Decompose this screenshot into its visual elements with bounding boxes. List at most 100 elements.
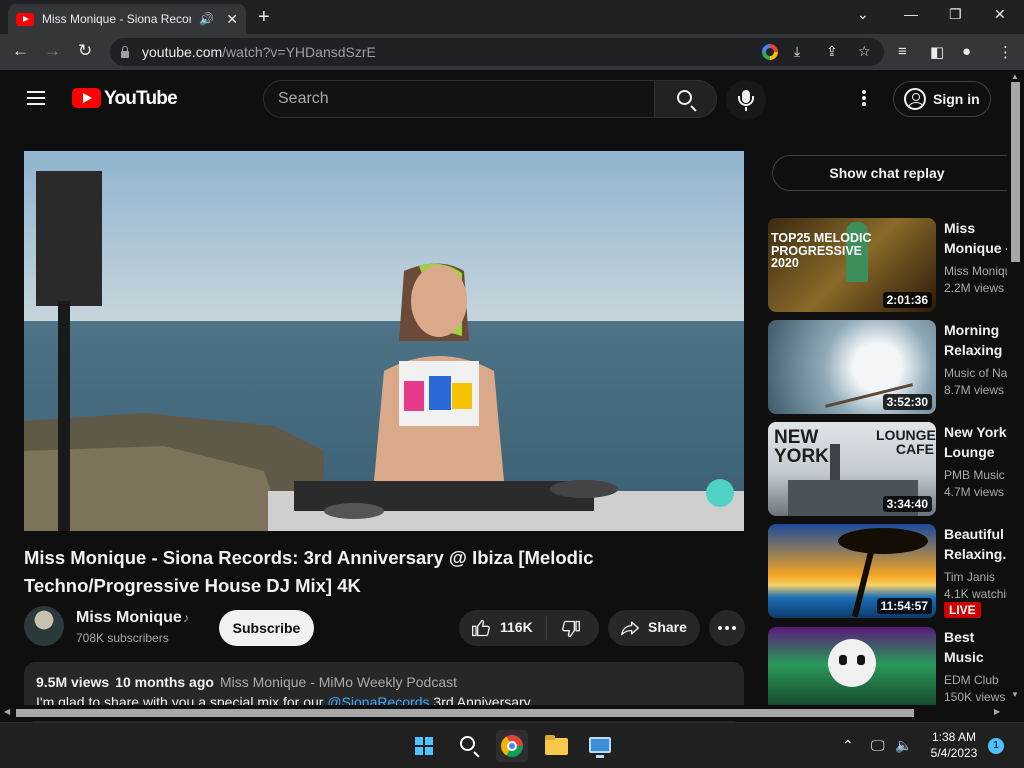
video-thumbnail[interactable]: 3:52:30 [768,320,936,414]
video-thumbnail[interactable] [768,627,936,705]
notification-badge[interactable]: 1 [988,738,1004,754]
new-tab-icon[interactable]: + [258,6,270,29]
minimize-icon[interactable]: — [904,6,918,22]
scroll-down-icon[interactable]: ▼ [1011,690,1019,699]
search-input[interactable] [278,90,638,108]
like-count[interactable]: 116K [500,619,533,635]
share-page-icon[interactable]: ⇪ [826,43,838,60]
windows-taskbar: ⌃ 🖵 🔈 1:38 AM 5/4/2023 1 [0,722,1024,768]
upload-age: 10 months ago [115,674,214,690]
clock-date[interactable]: 5/4/2023 [924,746,984,760]
thumbs-up-icon[interactable] [471,618,491,638]
show-chat-replay-button[interactable]: Show chat replay [772,155,1024,191]
recommendation-stats: 4.7M views [944,485,1005,499]
playlist-link[interactable]: Miss Monique - MiMo Weekly Podcast [220,674,457,690]
video-duration: 2:01:36 [882,292,932,308]
share-label: Share [648,619,687,635]
account-icon [904,88,926,110]
volume-icon[interactable]: 🔈 [895,737,912,754]
url-host: youtube.com [142,44,223,60]
recommendation-stats: 4.1K watching [944,587,1014,601]
youtube-logo-text[interactable]: YouTube [104,88,178,110]
search-icon [677,90,692,105]
side-panel-icon[interactable]: ◧ [930,43,944,61]
video-player[interactable] [24,151,744,531]
thumbnail-text: TOP25 MELODIC PROGRESSIVE 2020 [771,231,872,270]
browser-tab-active[interactable]: Miss Monique - Siona Records 🔊 ✕ [8,4,246,34]
video-thumbnail[interactable]: TOP25 MELODIC PROGRESSIVE 2020 2:01:36 [768,218,936,312]
subscriber-count: 708K subscribers [76,631,169,645]
horizontal-scroll-thumb[interactable] [16,709,914,717]
scroll-up-icon[interactable]: ▲ [1011,72,1019,81]
reading-list-icon[interactable]: ≡ [898,43,907,60]
horizontal-scrollbar[interactable]: ◀ ▶ [0,705,1007,721]
vertical-scroll-thumb[interactable] [1011,82,1020,262]
recommendation-channel[interactable]: Miss Monique [944,264,1014,278]
network-icon[interactable]: 🖵 [871,737,885,754]
search-button[interactable] [655,80,717,118]
more-options-icon[interactable] [862,90,866,106]
install-icon[interactable]: ⤓ [794,43,800,60]
sign-in-button[interactable]: Sign in [893,81,991,117]
profile-icon[interactable]: ● [962,43,971,60]
video-duration: 3:34:40 [882,496,932,512]
google-lens-icon[interactable] [762,44,778,60]
chevron-down-icon[interactable]: ⌄ [857,6,869,23]
channel-avatar[interactable] [24,606,64,646]
video-thumbnail[interactable]: NEW YORK LOUNGE CAFE 3:34:40 [768,422,936,516]
search-box[interactable] [263,80,655,118]
address-bar[interactable]: youtube.com/watch?v=YHDansdSzrE ⤓ ⇪ ☆ [110,38,884,66]
recommendation-item[interactable]: 3:52:30 Morning Relaxing Music Music of … [768,320,1024,414]
chevron-up-icon[interactable]: ⌃ [842,737,854,754]
recommendation-title[interactable]: New York Lounge Cafe [944,422,1014,462]
recommendation-item[interactable]: NEW YORK LOUNGE CAFE 3:34:40 New York Lo… [768,422,1024,516]
subscribe-button[interactable]: Subscribe [219,610,314,646]
microphone-icon [738,90,754,106]
recommendation-stats: 8.7M views [944,383,1005,397]
share-button[interactable]: Share [608,610,700,646]
description-meta: 9.5M views 10 months ago Miss Monique - Mi… [36,674,732,690]
lock-icon[interactable] [120,46,130,58]
hamburger-menu-icon[interactable] [27,91,45,105]
recommendation-item[interactable]: Best Music 2023 EDM Club 150K views [768,627,1024,705]
recommendation-channel[interactable]: PMB Music [944,468,1014,482]
live-badge: LIVE [944,602,981,618]
clock-time[interactable]: 1:38 AM [924,730,984,744]
recommendation-channel[interactable]: Music of Nature [944,366,1014,380]
speaker-icon[interactable]: 🔊 [199,12,214,26]
recommendation-title[interactable]: Beautiful Relaxing... [944,524,1014,564]
recommendation-item[interactable]: 11:54:57 Beautiful Relaxing... Tim Janis… [768,524,1024,618]
close-window-icon[interactable]: ✕ [994,6,1006,23]
recommendation-channel[interactable]: Tim Janis [944,570,1014,584]
bookmark-star-icon[interactable]: ☆ [858,43,871,60]
scroll-right-icon[interactable]: ▶ [994,707,1000,716]
video-duration: 11:54:57 [876,598,932,614]
close-tab-icon[interactable]: ✕ [226,11,238,28]
recommendation-title[interactable]: Best Music 2023 [944,627,1014,667]
recommendation-channel[interactable]: EDM Club [944,673,1014,687]
scroll-left-icon[interactable]: ◀ [4,707,10,716]
reload-icon[interactable]: ↻ [78,41,92,61]
more-actions-icon[interactable] [709,610,745,646]
taskbar-remote-desktop[interactable] [584,730,616,762]
channel-name[interactable]: Miss Monique [76,609,182,627]
browser-menu-icon[interactable]: ⋮ [998,43,1013,61]
url-path: /watch?v=YHDansdSzrE [222,44,376,60]
video-thumbnail[interactable]: 11:54:57 [768,524,936,618]
taskbar-file-explorer[interactable] [540,730,572,762]
thumbs-down-icon[interactable] [561,619,581,639]
voice-search-button[interactable] [726,80,766,120]
start-button[interactable] [408,730,440,762]
folder-icon [545,735,568,755]
recommendation-title[interactable]: Miss Monique - YearMix 2020 [944,218,1014,258]
youtube-logo-icon[interactable] [72,88,101,108]
taskbar-search-button[interactable] [452,730,484,762]
chrome-icon [501,735,523,757]
taskbar-chrome[interactable] [496,730,528,762]
forward-arrow-icon[interactable]: → [44,41,61,61]
recommendation-title[interactable]: Morning Relaxing Music [944,320,1014,360]
back-arrow-icon[interactable]: ← [12,41,29,61]
vertical-scrollbar[interactable]: ▲ ▼ [1007,70,1024,706]
recommendation-item[interactable]: TOP25 MELODIC PROGRESSIVE 2020 2:01:36 M… [768,218,1024,312]
restore-icon[interactable]: ❐ [949,6,962,23]
